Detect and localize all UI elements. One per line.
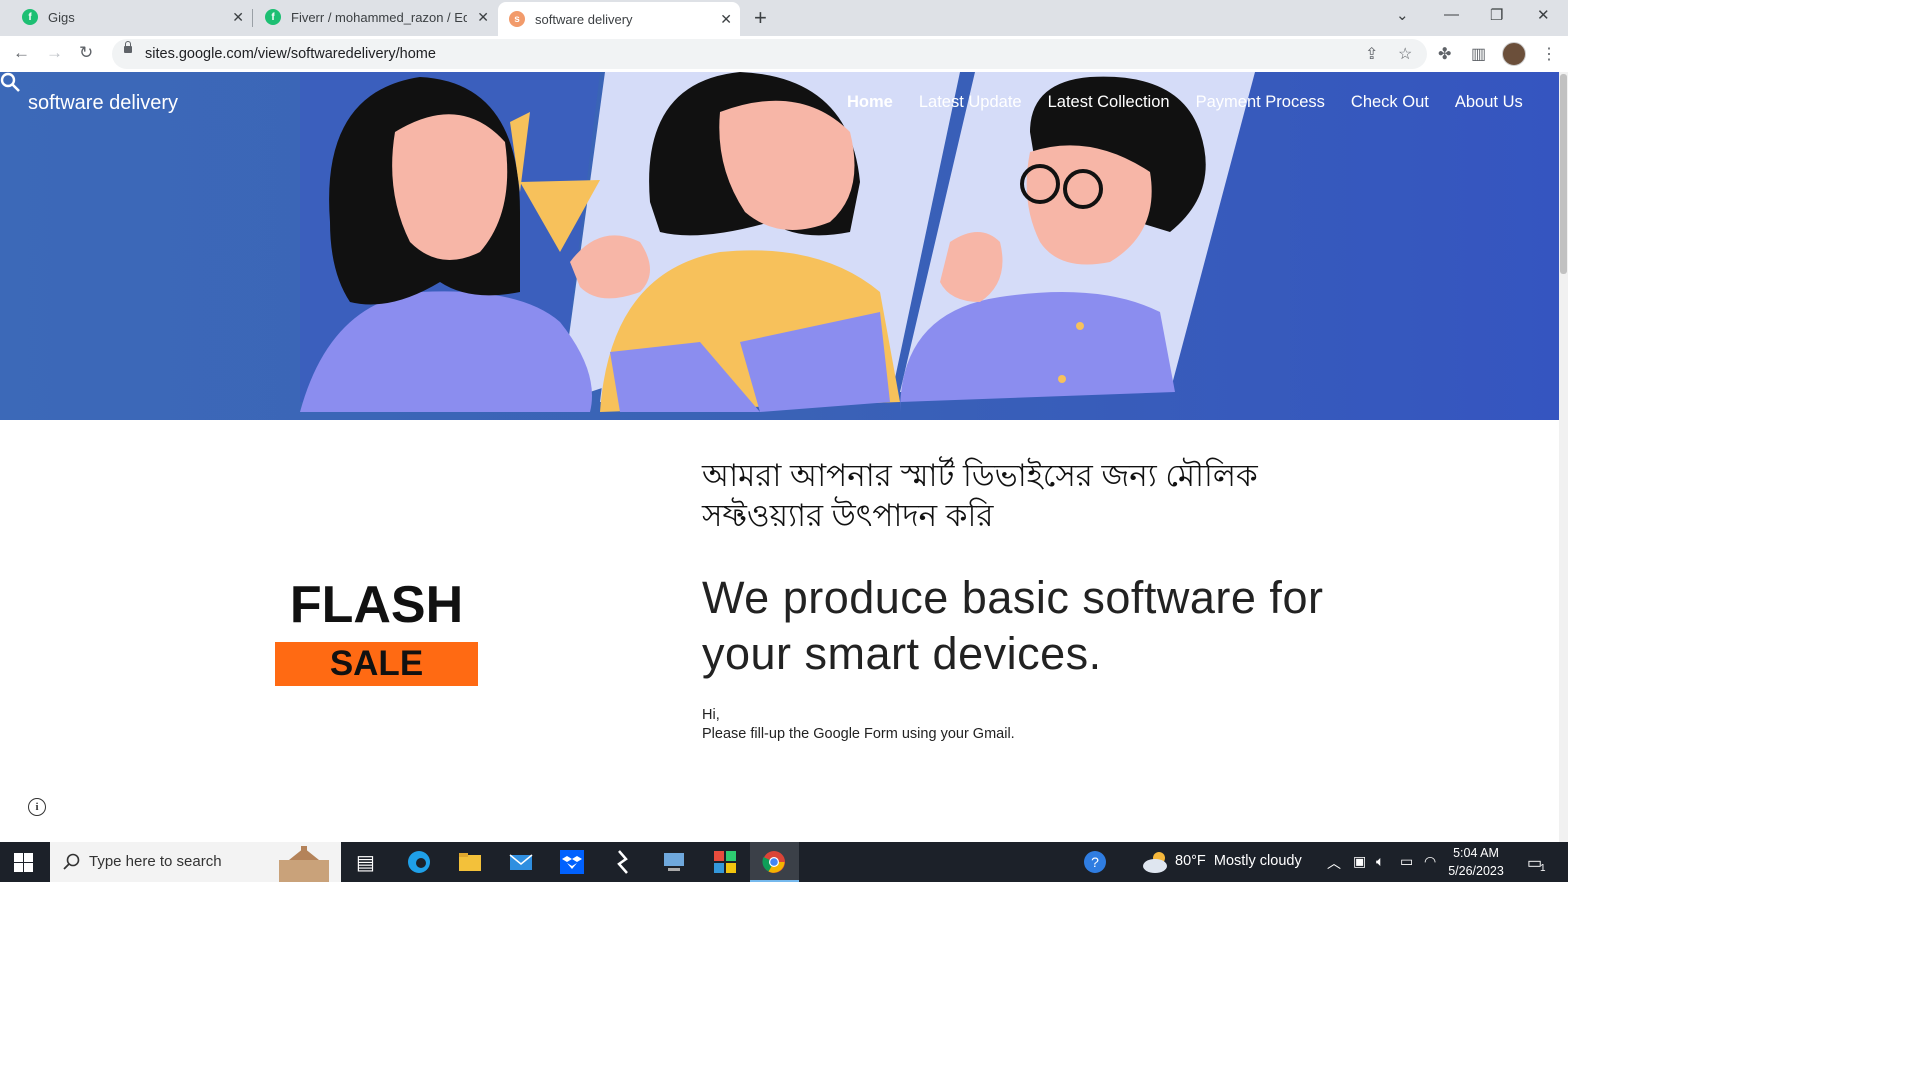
sale-banner: SALE	[275, 642, 478, 686]
hero-banner: software delivery Home Latest Update Lat…	[0, 72, 1559, 420]
menu-kebab-icon[interactable]: ⋮	[1541, 44, 1557, 64]
windows-start-icon[interactable]	[14, 853, 34, 873]
bengali-heading: আমরা আপনার স্মার্ট ডিভাইসের জন্য মৌলিক স…	[702, 458, 1258, 533]
info-icon[interactable]: i	[28, 798, 46, 816]
battery-icon[interactable]: ▭	[1400, 853, 1413, 870]
tab-title: Gigs	[48, 9, 75, 25]
windows-taskbar: Type here to search ▤ ? 80°F Mostly clou…	[0, 842, 1568, 882]
nav-about-us[interactable]: About Us	[1455, 93, 1523, 112]
google-sites-icon: s	[509, 11, 525, 27]
meet-now-icon[interactable]: ▣	[1353, 853, 1366, 870]
nav-check-out[interactable]: Check Out	[1351, 93, 1429, 112]
notification-count: 1	[1540, 863, 1546, 874]
back-icon[interactable]: ←	[13, 43, 30, 63]
close-tab-icon[interactable]: ✕	[477, 9, 489, 26]
help-icon[interactable]: ?	[1083, 850, 1107, 874]
site-nav: Home Latest Update Latest Collection Pay…	[847, 93, 1549, 112]
flash-text: FLASH	[289, 576, 464, 634]
chrome-icon[interactable]	[762, 850, 786, 874]
office-apps-icon[interactable]	[713, 850, 737, 874]
instruction-text: Please fill-up the Google Form using you…	[702, 726, 1015, 742]
weather-widget[interactable]: 80°F Mostly cloudy	[1175, 853, 1302, 869]
english-heading: We produce basic software for your smart…	[702, 572, 1324, 679]
tab-title: Fiverr / mohammed_razon / Edit	[291, 9, 467, 25]
active-app-indicator	[750, 880, 799, 882]
scrollbar-thumb[interactable]	[1560, 74, 1567, 274]
bookmark-star-icon[interactable]: ☆	[1398, 44, 1412, 64]
share-icon[interactable]: ⇪	[1365, 44, 1378, 64]
hero-illustration	[300, 72, 1255, 412]
forward-icon[interactable]: →	[46, 43, 63, 63]
system-clock[interactable]: 5:04 AM 5/26/2023	[1440, 844, 1512, 880]
svg-text:?: ?	[1091, 854, 1099, 870]
tab-gigs[interactable]: f Gigs ✕	[0, 0, 252, 34]
close-window-icon[interactable]: ✕	[1537, 6, 1550, 24]
weather-cloud-icon[interactable]	[1141, 849, 1171, 875]
page-scrollbar[interactable]	[1559, 72, 1568, 842]
nav-home[interactable]: Home	[847, 93, 893, 112]
sale-text: SALE	[329, 644, 424, 683]
close-tab-icon[interactable]: ✕	[232, 9, 244, 26]
clock-date: 5/26/2023	[1448, 864, 1504, 878]
taskbar-search-box[interactable]: Type here to search	[50, 842, 341, 882]
tab-software-delivery[interactable]: s software delivery ✕	[498, 2, 740, 36]
edge-icon[interactable]	[407, 850, 431, 874]
task-view-icon[interactable]: ▤	[356, 850, 380, 874]
lock-icon[interactable]	[124, 41, 132, 53]
flash-sale-graphic: FLASH SALE	[275, 578, 478, 686]
extensions-puzzle-icon[interactable]: ✤	[1438, 44, 1451, 64]
profile-avatar[interactable]	[1502, 42, 1526, 66]
restore-icon[interactable]: ❐	[1490, 6, 1503, 24]
wifi-icon[interactable]: ◠	[1424, 853, 1436, 870]
browser-tab-bar: f Gigs ✕ f Fiverr / mohammed_razon / Edi…	[0, 0, 1568, 36]
search-icon	[63, 853, 80, 870]
url-text[interactable]: sites.google.com/view/softwaredelivery/h…	[145, 46, 436, 62]
mail-icon[interactable]	[509, 850, 533, 874]
new-tab-icon[interactable]: +	[754, 5, 767, 31]
nav-payment-process[interactable]: Payment Process	[1196, 93, 1325, 112]
site-title[interactable]: software delivery	[28, 92, 178, 115]
minimize-icon[interactable]: —	[1444, 6, 1459, 23]
side-panel-icon[interactable]: ▥	[1471, 44, 1486, 64]
remote-desktop-icon[interactable]	[662, 850, 686, 874]
greeting-text: Hi,	[702, 707, 720, 723]
tab-search-chevron-icon[interactable]: ⌄	[1396, 6, 1409, 24]
reload-icon[interactable]: ↻	[79, 43, 93, 63]
clock-time: 5:04 AM	[1453, 846, 1499, 860]
search-highlight-image	[279, 846, 329, 882]
dropbox-icon[interactable]	[560, 850, 584, 874]
show-hidden-icons-chevron-icon[interactable]: ︿	[1327, 853, 1341, 873]
weather-temp: 80°F	[1175, 853, 1206, 869]
close-tab-icon[interactable]: ✕	[720, 11, 732, 28]
fiverr-icon: f	[22, 9, 38, 25]
nav-latest-collection[interactable]: Latest Collection	[1048, 93, 1170, 112]
app-lightning-icon[interactable]	[611, 850, 635, 874]
tab-fiverr-edit[interactable]: f Fiverr / mohammed_razon / Edit ✕	[253, 0, 497, 34]
fiverr-icon: f	[265, 9, 281, 25]
taskbar-search-placeholder[interactable]: Type here to search	[89, 853, 222, 870]
weather-text: Mostly cloudy	[1213, 853, 1302, 869]
address-bar[interactable]: sites.google.com/view/softwaredelivery/h…	[112, 39, 1427, 69]
volume-icon[interactable]: 🔈︎	[1376, 853, 1384, 870]
file-explorer-icon[interactable]	[458, 850, 482, 874]
tab-title: software delivery	[535, 11, 633, 27]
nav-latest-update[interactable]: Latest Update	[919, 93, 1022, 112]
search-icon[interactable]	[0, 72, 22, 94]
message-text: Hi, Please fill-up the Google Form using…	[702, 706, 1015, 744]
browser-toolbar: ← → ↻ sites.google.com/view/softwaredeli…	[0, 36, 1568, 72]
